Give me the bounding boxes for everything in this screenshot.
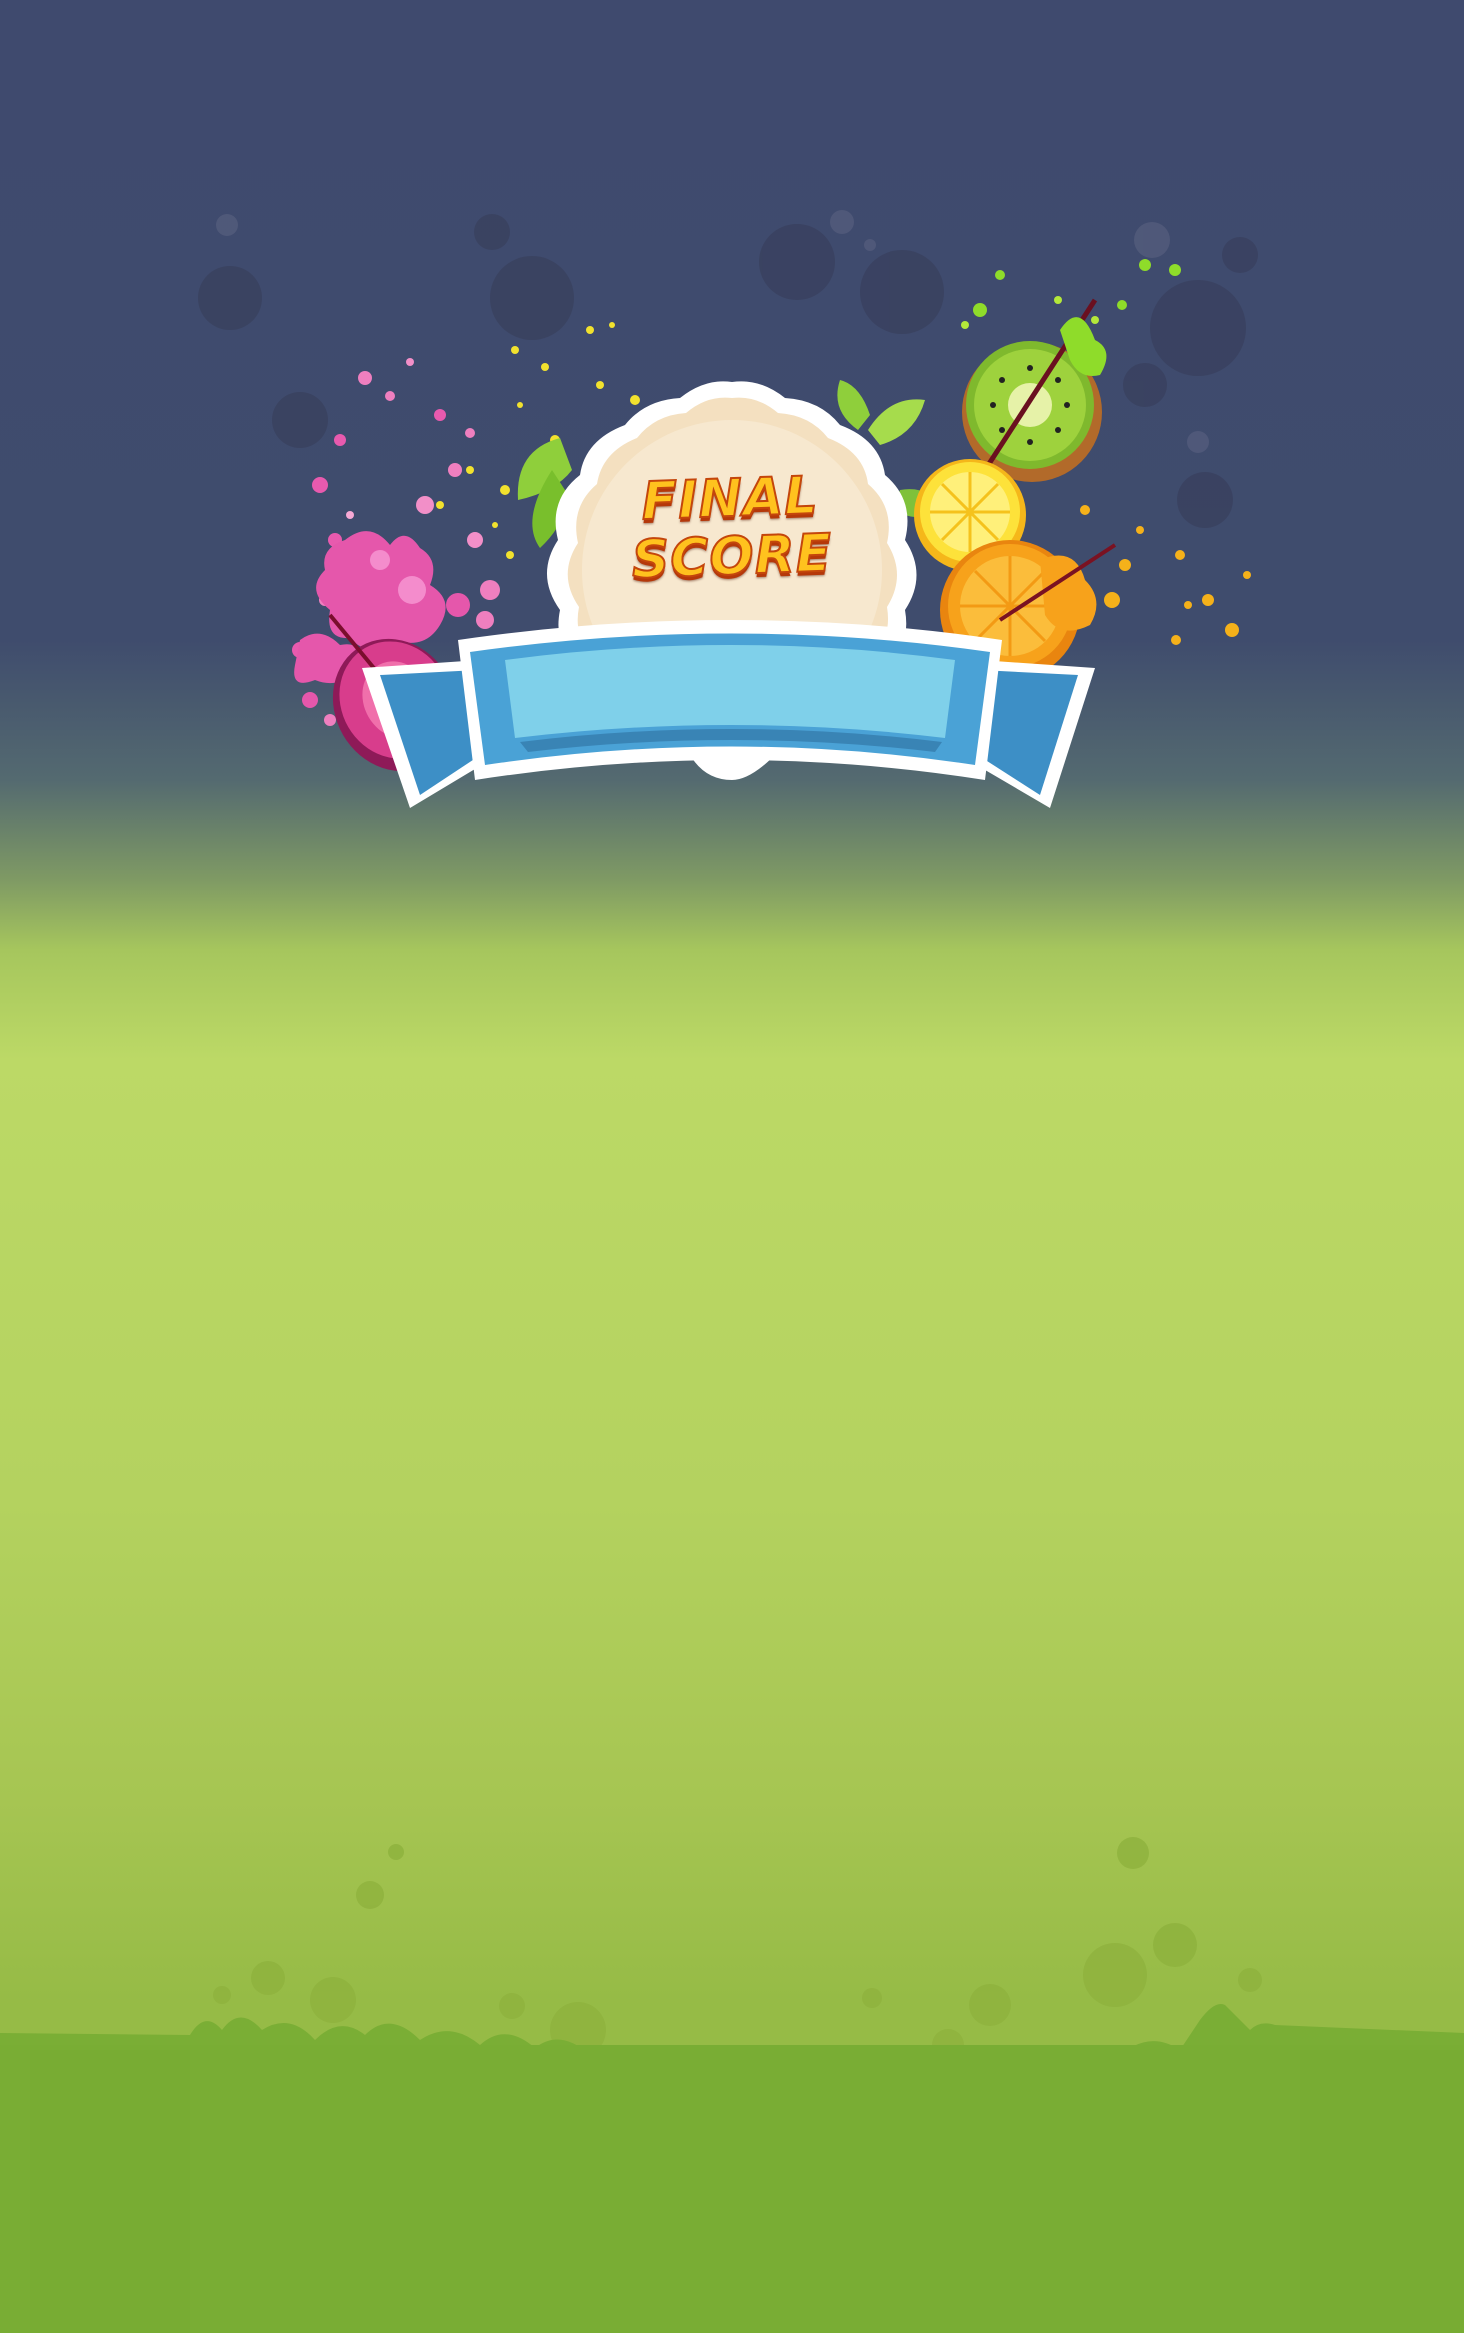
game-over-screen: FINAL SCORE: [0, 0, 1464, 2333]
score-value: [505, 645, 955, 725]
kiwi-icon: [962, 298, 1107, 482]
final-score-title: FINAL SCORE: [630, 465, 834, 592]
meadow-bubbles: [213, 1837, 1262, 2061]
background-art: [0, 210, 1464, 2333]
grass-icon: [0, 2004, 1464, 2333]
